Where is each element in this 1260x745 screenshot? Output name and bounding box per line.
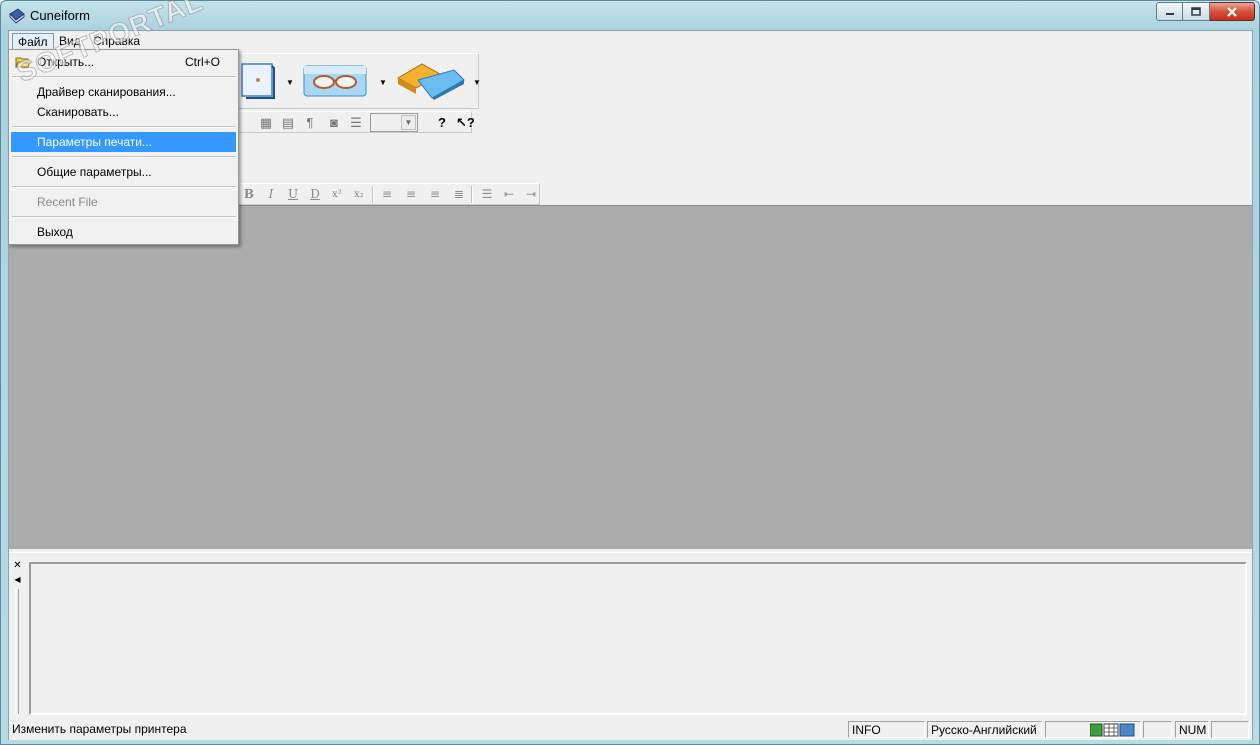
minimize-icon <box>1165 12 1174 15</box>
align-center-icon[interactable]: ≡ <box>402 186 420 203</box>
glasses-recognize-icon[interactable] <box>300 60 370 100</box>
menu-help[interactable]: Справка <box>88 33 145 50</box>
menu-recent-file: Recent File <box>37 195 98 209</box>
table-icon[interactable]: ▦ <box>258 115 274 131</box>
status-view-icons <box>1045 721 1141 738</box>
menu-view[interactable]: Вид <box>54 33 86 50</box>
bold-button[interactable]: B <box>240 186 258 203</box>
status-num: NUM <box>1175 721 1209 738</box>
minimize-button[interactable] <box>1156 2 1183 21</box>
app-icon <box>9 8 25 24</box>
outdent-icon[interactable]: ⇤ <box>500 186 518 203</box>
menu-separator <box>12 76 236 78</box>
indent-first-icon[interactable]: ☰ <box>478 186 496 203</box>
dock-grip[interactable] <box>15 589 19 714</box>
toolbar-separator <box>471 186 473 203</box>
italic-button[interactable]: I <box>262 186 280 203</box>
help-icon[interactable]: ? <box>434 115 450 131</box>
document-workspace[interactable] <box>9 205 1252 549</box>
window-title: Cuneiform <box>30 8 90 23</box>
collapse-icon[interactable]: ◀ <box>12 574 23 585</box>
secondary-toolbar: ▦ ▤ ¶ ◙ ☰ ▼ ? ↖? <box>237 111 475 133</box>
close-icon[interactable]: ✕ <box>12 561 23 572</box>
superscript-button[interactable]: x² <box>328 186 346 203</box>
menu-open-shortcut: Ctrl+O <box>184 55 220 69</box>
double-underline-button[interactable]: D <box>306 186 324 203</box>
output-pane[interactable] <box>29 562 1247 715</box>
menu-scan-driver[interactable]: Драйвер сканирования... <box>11 82 236 102</box>
file-menu-dropdown: Открыть... Ctrl+O Драйвер сканирования..… <box>8 49 239 245</box>
menu-bar: Файл Вид Справка <box>9 31 1252 51</box>
maximize-button[interactable] <box>1183 2 1210 21</box>
align-right-icon[interactable]: ≡ <box>426 186 444 203</box>
chevron-down-icon[interactable]: ▼ <box>473 78 481 87</box>
format-toolbar: B I U D x² x₂ ≡ ≡ ≡ ≣ ☰ ⇤ ⇥ <box>237 183 540 205</box>
view-mode-icon <box>1090 723 1135 737</box>
menu-open[interactable]: Открыть... Ctrl+O <box>11 52 236 72</box>
menu-open-label: Открыть... <box>37 55 95 69</box>
maximize-icon <box>1191 7 1201 16</box>
picture-icon[interactable]: ◙ <box>326 115 342 131</box>
align-justify-icon[interactable]: ≣ <box>450 186 468 203</box>
lines-icon[interactable]: ☰ <box>348 115 364 131</box>
chevron-down-icon[interactable]: ▼ <box>286 78 294 87</box>
app-window: Cuneiform Файл Вид Справка ▼ ▼ ▼ ▦ ▤ ¶ ◙… <box>0 0 1260 745</box>
menu-separator <box>12 216 236 218</box>
chevron-down-icon[interactable]: ▼ <box>379 78 387 87</box>
output-dock: ✕ ◀ <box>9 552 1252 720</box>
menu-separator <box>12 156 236 158</box>
menu-print-settings[interactable]: Параметры печати... <box>11 132 236 152</box>
save-send-icon[interactable] <box>392 60 468 102</box>
chevron-down-icon[interactable]: ▼ <box>401 115 416 130</box>
indent-icon[interactable]: ⇥ <box>522 186 540 203</box>
menu-separator <box>12 126 236 128</box>
status-language: Русско-Английский <box>927 721 1042 738</box>
open-folder-icon <box>15 57 31 68</box>
menu-scan[interactable]: Сканировать... <box>11 102 236 122</box>
context-help-icon[interactable]: ↖? <box>456 115 475 131</box>
menu-file[interactable]: Файл <box>12 33 54 50</box>
menu-exit[interactable]: Выход <box>11 222 236 242</box>
close-button[interactable] <box>1210 2 1255 21</box>
paragraph-icon[interactable]: ¶ <box>302 115 318 131</box>
status-blank <box>1143 721 1172 738</box>
status-bar: Изменить параметры принтера INFO Русско-… <box>9 720 1252 740</box>
toolbar-separator <box>372 186 374 203</box>
underline-button[interactable]: U <box>284 186 302 203</box>
menu-general-settings[interactable]: Общие параметры... <box>11 162 236 182</box>
menu-separator <box>12 186 236 188</box>
close-icon <box>1227 6 1237 17</box>
zoom-combo[interactable]: ▼ <box>370 113 418 132</box>
document-icon[interactable] <box>240 60 276 100</box>
status-blank <box>1211 721 1249 738</box>
status-info: INFO <box>848 721 925 738</box>
main-toolbar: ▼ ▼ ▼ <box>237 53 481 109</box>
subscript-button[interactable]: x₂ <box>350 186 368 203</box>
align-left-icon[interactable]: ≡ <box>378 186 396 203</box>
columns-icon[interactable]: ▤ <box>280 115 296 131</box>
title-bar[interactable]: Cuneiform <box>1 1 1259 31</box>
status-message: Изменить параметры принтера <box>12 722 187 736</box>
